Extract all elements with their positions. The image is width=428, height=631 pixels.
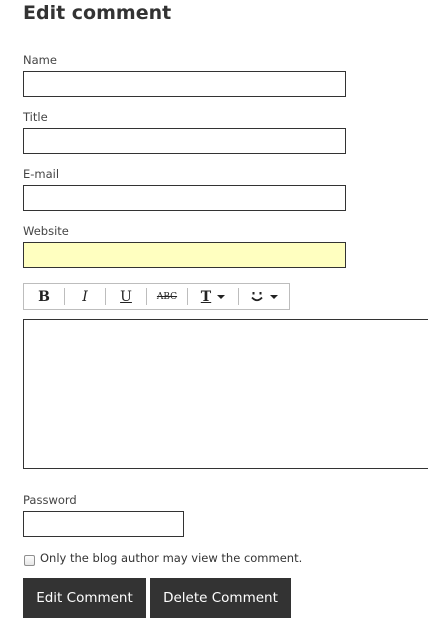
- emoji-dropdown[interactable]: [239, 284, 289, 309]
- private-checkbox-label: Only the blog author may view the commen…: [40, 551, 303, 565]
- chevron-down-icon: [270, 294, 278, 299]
- private-checkbox[interactable]: [24, 555, 35, 566]
- title-label: Title: [23, 110, 48, 124]
- strikethrough-button[interactable]: ABC: [147, 284, 187, 309]
- text-style-label: T: [200, 288, 212, 305]
- page-title: Edit comment: [23, 2, 172, 24]
- text-style-dropdown[interactable]: T: [188, 284, 238, 309]
- delete-comment-button[interactable]: Delete Comment: [150, 578, 291, 618]
- website-input[interactable]: [23, 242, 346, 268]
- underline-button[interactable]: U: [106, 284, 146, 309]
- smiley-icon: [251, 291, 263, 301]
- website-label: Website: [23, 224, 69, 238]
- italic-button[interactable]: I: [65, 284, 105, 309]
- title-input[interactable]: [23, 128, 346, 154]
- password-input[interactable]: [23, 511, 184, 537]
- edit-comment-button[interactable]: Edit Comment: [23, 578, 146, 618]
- comment-editor[interactable]: [23, 319, 428, 469]
- formatting-toolbar: B I U ABC T: [23, 283, 290, 310]
- name-input[interactable]: [23, 71, 346, 97]
- chevron-down-icon: [217, 294, 226, 299]
- password-label: Password: [23, 493, 77, 507]
- name-label: Name: [23, 53, 57, 67]
- email-label: E-mail: [23, 167, 60, 181]
- bold-button[interactable]: B: [24, 284, 64, 309]
- email-input[interactable]: [23, 185, 346, 211]
